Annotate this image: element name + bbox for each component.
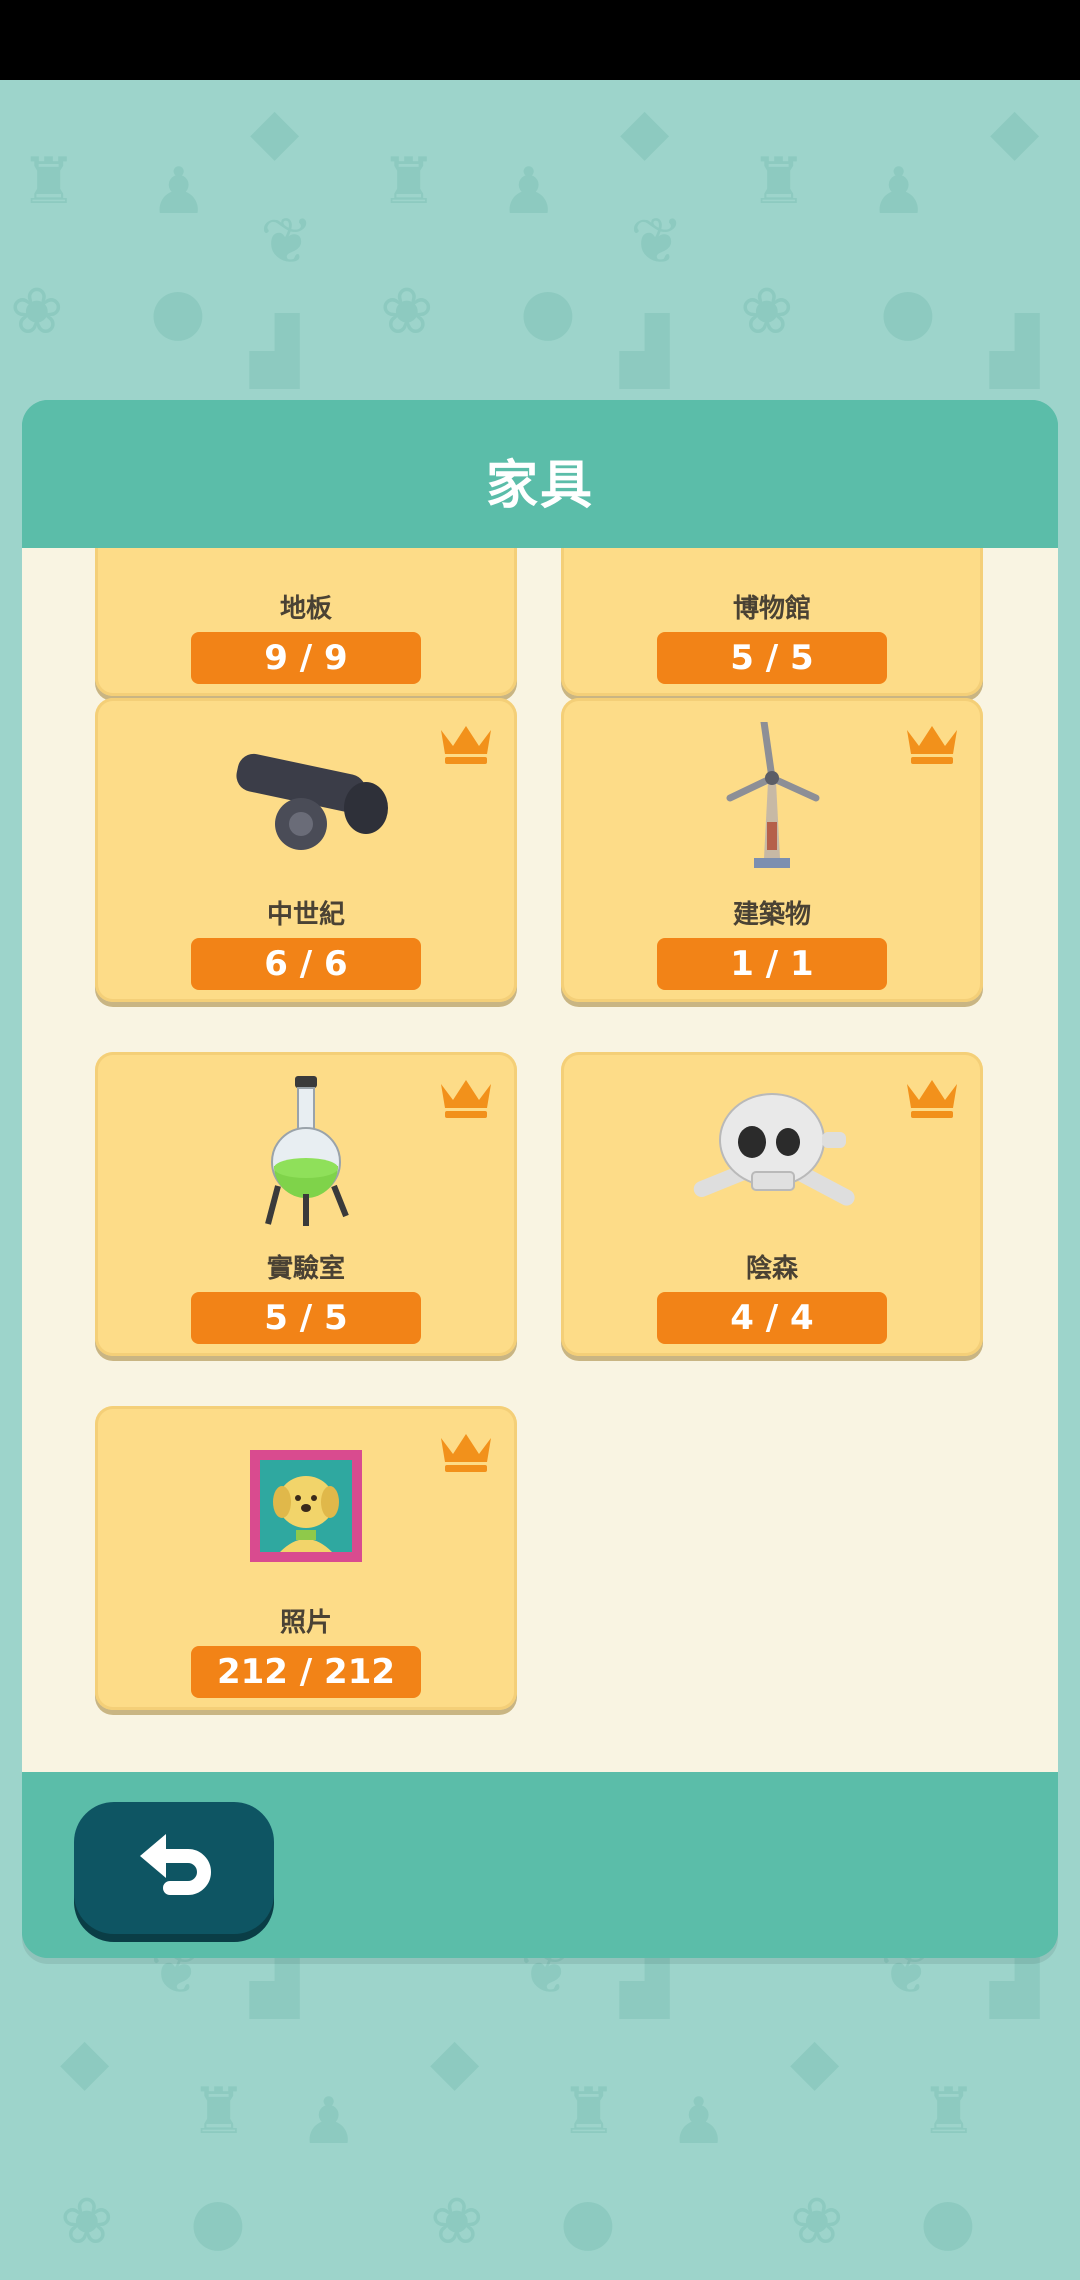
truck-icon: ▟ — [250, 315, 300, 389]
shirt-icon: ♟ — [870, 155, 928, 229]
category-label: 照片 — [279, 1608, 332, 1638]
flask-icon — [265, 1076, 349, 1226]
category-count: 6 / 6 — [191, 938, 421, 990]
apple-icon: ● — [560, 2185, 616, 2259]
shirt-icon: ♟ — [300, 2085, 358, 2159]
category-card-museum[interactable]: 博物館 5 / 5 — [561, 548, 983, 696]
shirt-icon: ♟ — [150, 155, 208, 229]
category-label: 地板 — [279, 594, 332, 624]
fish-icon: ◆ — [990, 95, 1040, 169]
status-bar — [0, 0, 1080, 80]
butterfly-icon: ❀ — [60, 2185, 114, 2259]
fish-icon: ◆ — [250, 95, 300, 169]
shirt-icon: ♟ — [500, 155, 558, 229]
photo-icon — [250, 1450, 362, 1562]
category-count: 5 / 5 — [657, 632, 887, 684]
apple-icon: ● — [920, 2185, 976, 2259]
fish-icon: ◆ — [60, 2025, 110, 2099]
category-card-floor[interactable]: 地板 9 / 9 — [95, 548, 517, 696]
truck-icon: ▟ — [620, 1945, 670, 2019]
truck-icon: ▟ — [620, 315, 670, 389]
cannon-icon — [236, 753, 388, 850]
apple-icon: ● — [190, 2185, 246, 2259]
leaf-icon: ❦ — [260, 205, 314, 279]
category-list[interactable]: 地板 9 / 9 博物館 5 / 5 中世紀 6 / 6 建築物 1 / 1 實… — [22, 548, 1058, 1772]
butterfly-icon: ❀ — [380, 275, 434, 349]
back-button[interactable] — [74, 1802, 274, 1934]
windmill-icon — [726, 722, 820, 868]
butterfly-icon: ❀ — [430, 2185, 484, 2259]
category-count: 212 / 212 — [191, 1646, 421, 1698]
category-card-buildings[interactable]: 建築物 1 / 1 — [561, 698, 983, 1002]
truck-icon: ▟ — [250, 1945, 300, 2019]
fish-icon: ◆ — [620, 95, 670, 169]
panel-header: 家具 — [22, 400, 1058, 548]
truck-icon: ▟ — [990, 315, 1040, 389]
category-card-spooky[interactable]: 陰森 4 / 4 — [561, 1052, 983, 1356]
category-label: 實驗室 — [266, 1254, 345, 1284]
truck-icon: ▟ — [990, 1945, 1040, 2019]
category-card-photos[interactable]: 照片 212 / 212 — [95, 1406, 517, 1710]
chair-icon: ♜ — [190, 2075, 248, 2149]
panel-footer — [22, 1772, 1058, 1958]
chair-icon: ♜ — [20, 145, 78, 219]
category-card-laboratory[interactable]: 實驗室 5 / 5 — [95, 1052, 517, 1356]
shirt-icon: ♟ — [670, 2085, 728, 2159]
chair-icon: ♜ — [750, 145, 808, 219]
chair-icon: ♜ — [380, 145, 438, 219]
page-title: 家具 — [485, 455, 594, 516]
skull-icon — [693, 1093, 855, 1206]
category-label: 中世紀 — [266, 900, 345, 930]
butterfly-icon: ❀ — [790, 2185, 844, 2259]
fish-icon: ◆ — [430, 2025, 480, 2099]
crown-icon — [441, 1434, 491, 1472]
apple-icon: ● — [150, 275, 206, 349]
crown-icon — [441, 1080, 491, 1118]
category-card-medieval[interactable]: 中世紀 6 / 6 — [95, 698, 517, 1002]
furniture-panel: 家具 地板 9 / 9 博物館 5 / 5 中世紀 6 / 6 建築物 1 / … — [22, 400, 1058, 1958]
crown-icon — [441, 726, 491, 764]
butterfly-icon: ❀ — [740, 275, 794, 349]
category-count: 5 / 5 — [191, 1292, 421, 1344]
category-count: 4 / 4 — [657, 1292, 887, 1344]
category-count: 1 / 1 — [657, 938, 887, 990]
crown-icon — [907, 1080, 957, 1118]
category-label: 建築物 — [732, 900, 811, 930]
category-label: 陰森 — [745, 1254, 798, 1284]
crown-icon — [907, 726, 957, 764]
category-count: 9 / 9 — [191, 632, 421, 684]
category-label: 博物館 — [732, 594, 811, 624]
leaf-icon: ❦ — [630, 205, 684, 279]
chair-icon: ♜ — [560, 2075, 618, 2149]
undo-arrow-icon — [140, 1834, 211, 1895]
chair-icon: ♜ — [920, 2075, 978, 2149]
apple-icon: ● — [520, 275, 576, 349]
apple-icon: ● — [880, 275, 936, 349]
butterfly-icon: ❀ — [10, 275, 64, 349]
fish-icon: ◆ — [790, 2025, 840, 2099]
